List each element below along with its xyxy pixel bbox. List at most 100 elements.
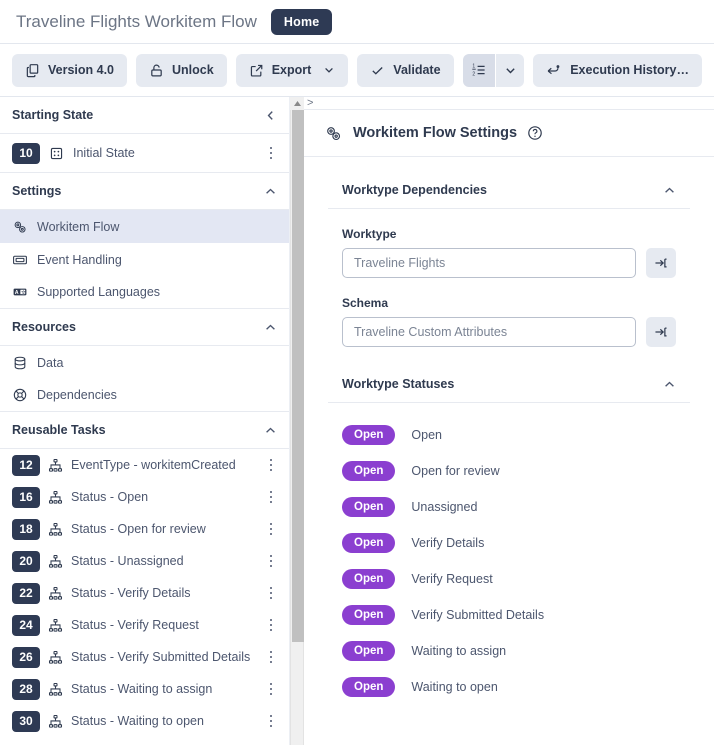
kebab-menu-icon[interactable]: [263, 618, 279, 632]
table-row[interactable]: 28 Status - Waiting to assign: [0, 673, 289, 705]
schema-input[interactable]: Traveline Custom Attributes: [342, 317, 636, 347]
panel-title: Workitem Flow Settings: [353, 125, 518, 141]
table-cell-label: Status - Open for review: [71, 522, 206, 536]
worktype-label: Worktype: [342, 227, 397, 241]
unlock-icon: [149, 63, 164, 78]
version-button[interactable]: Version 4.0: [12, 53, 128, 87]
list-item[interactable]: Open Verify Details: [342, 525, 676, 561]
reusable-tasks-list: 12 EventType - workitemCreated 16 Status…: [0, 449, 289, 737]
scrollbar-thumb[interactable]: [292, 110, 304, 642]
validate-label: Validate: [393, 63, 441, 77]
item-badge: 28: [12, 678, 40, 700]
table-row[interactable]: 18 Status - Open for review: [0, 513, 289, 545]
unlock-button[interactable]: Unlock: [136, 53, 227, 87]
kebab-menu-icon[interactable]: [263, 586, 279, 600]
database-icon: [12, 355, 28, 371]
item-badge: 20: [12, 550, 40, 572]
chevron-up-icon[interactable]: [663, 184, 676, 197]
chevron-left-icon[interactable]: [264, 109, 277, 122]
chevron-up-icon[interactable]: [264, 321, 277, 334]
hierarchy-icon: [48, 458, 63, 473]
section-header-settings[interactable]: Settings: [0, 173, 289, 210]
chevron-up-icon[interactable]: [264, 185, 277, 198]
status-name: Open for review: [411, 464, 500, 478]
scroll-up-arrow-icon[interactable]: [290, 97, 304, 110]
worktype-field-row: Traveline Flights: [342, 248, 676, 278]
status-name: Unassigned: [411, 500, 478, 514]
sidebar: Starting State 10 Initial State Settings…: [0, 97, 290, 745]
kebab-menu-icon[interactable]: [263, 714, 279, 728]
sidebar-item-supported-languages[interactable]: A 文 Supported Languages: [0, 276, 289, 309]
validate-button[interactable]: Validate: [357, 53, 454, 87]
list-item[interactable]: Open Verify Request: [342, 561, 676, 597]
expand-marker[interactable]: >: [307, 97, 313, 109]
list-item[interactable]: Open Waiting to open: [342, 669, 676, 705]
section-header-starting-state[interactable]: Starting State: [0, 97, 289, 134]
group-header-worktype-dependencies[interactable]: Worktype Dependencies: [328, 157, 690, 209]
hierarchy-icon: [48, 714, 63, 729]
gears-icon: [324, 124, 343, 143]
kebab-menu-icon[interactable]: [263, 490, 279, 504]
help-circle-icon[interactable]: [527, 125, 543, 141]
sidebar-item-data[interactable]: Data: [0, 346, 289, 379]
table-row[interactable]: 20 Status - Unassigned: [0, 545, 289, 577]
numbered-list-button[interactable]: 1 2: [462, 53, 496, 87]
section-header-resources[interactable]: Resources: [0, 309, 289, 346]
kebab-menu-icon[interactable]: [263, 682, 279, 696]
unlock-label: Unlock: [172, 63, 214, 77]
section-title: Resources: [12, 320, 76, 334]
execution-history-button[interactable]: Execution History…: [533, 53, 702, 87]
schema-open-button[interactable]: [646, 317, 676, 347]
kebab-menu-icon[interactable]: [263, 146, 279, 160]
tab-home[interactable]: Home: [270, 8, 333, 35]
worktype-open-button[interactable]: [646, 248, 676, 278]
status-badge: Open: [342, 497, 396, 517]
list-item[interactable]: Open Waiting to assign: [342, 633, 676, 669]
list-item-initial-state[interactable]: 10 Initial State: [0, 134, 289, 173]
worktype-input[interactable]: Traveline Flights: [342, 248, 636, 278]
kebab-menu-icon[interactable]: [263, 650, 279, 664]
table-row[interactable]: 12 EventType - workitemCreated: [0, 449, 289, 481]
chevron-up-icon[interactable]: [663, 378, 676, 391]
toolbar: Version 4.0 Unlock Export Validate 1 2 E…: [0, 44, 714, 97]
table-row[interactable]: 30 Status - Waiting to open: [0, 705, 289, 737]
kebab-menu-icon[interactable]: [263, 458, 279, 472]
export-button[interactable]: Export: [235, 53, 349, 87]
table-row[interactable]: 24 Status - Verify Request: [0, 609, 289, 641]
item-badge: 12: [12, 454, 40, 476]
sidebar-scrollbar[interactable]: [290, 97, 304, 745]
status-badge: Open: [342, 461, 396, 481]
sidebar-item-label: Event Handling: [37, 252, 122, 267]
item-badge: 18: [12, 518, 40, 540]
table-row[interactable]: 22 Status - Verify Details: [0, 577, 289, 609]
kebab-menu-icon[interactable]: [263, 522, 279, 536]
hierarchy-icon: [48, 650, 63, 665]
open-in-icon: [653, 324, 669, 340]
table-row[interactable]: 16 Status - Open: [0, 481, 289, 513]
sidebar-item-workitem-flow[interactable]: Workitem Flow: [0, 210, 289, 243]
list-item[interactable]: Open Open: [342, 417, 676, 453]
scrollbar-track[interactable]: [291, 110, 304, 745]
list-item[interactable]: Open Open for review: [342, 453, 676, 489]
open-in-icon: [653, 255, 669, 271]
list-options-button[interactable]: [495, 53, 525, 87]
kebab-menu-icon[interactable]: [263, 554, 279, 568]
schema-field-row: Traveline Custom Attributes: [342, 317, 676, 347]
table-row[interactable]: 26 Status - Verify Submitted Details: [0, 641, 289, 673]
table-cell-label: Status - Open: [71, 490, 149, 504]
status-badge: Open: [342, 677, 396, 697]
list-item[interactable]: Open Verify Submitted Details: [342, 597, 676, 633]
numbered-list-icon: 1 2: [471, 62, 487, 78]
hierarchy-icon: [48, 554, 63, 569]
chevron-up-icon[interactable]: [264, 424, 277, 437]
sidebar-item-event-handling[interactable]: Event Handling: [0, 243, 289, 276]
check-icon: [370, 63, 385, 78]
list-item[interactable]: Open Unassigned: [342, 489, 676, 525]
group-title: Worktype Dependencies: [342, 183, 487, 197]
panel-expand-bar[interactable]: >: [304, 97, 714, 110]
table-cell-label: Status - Waiting to open: [71, 714, 204, 728]
section-header-reusable-tasks[interactable]: Reusable Tasks: [0, 412, 289, 449]
sidebar-item-dependencies[interactable]: Dependencies: [0, 379, 289, 412]
group-header-worktype-statuses[interactable]: Worktype Statuses: [328, 347, 690, 403]
status-name: Verify Submitted Details: [411, 608, 545, 622]
